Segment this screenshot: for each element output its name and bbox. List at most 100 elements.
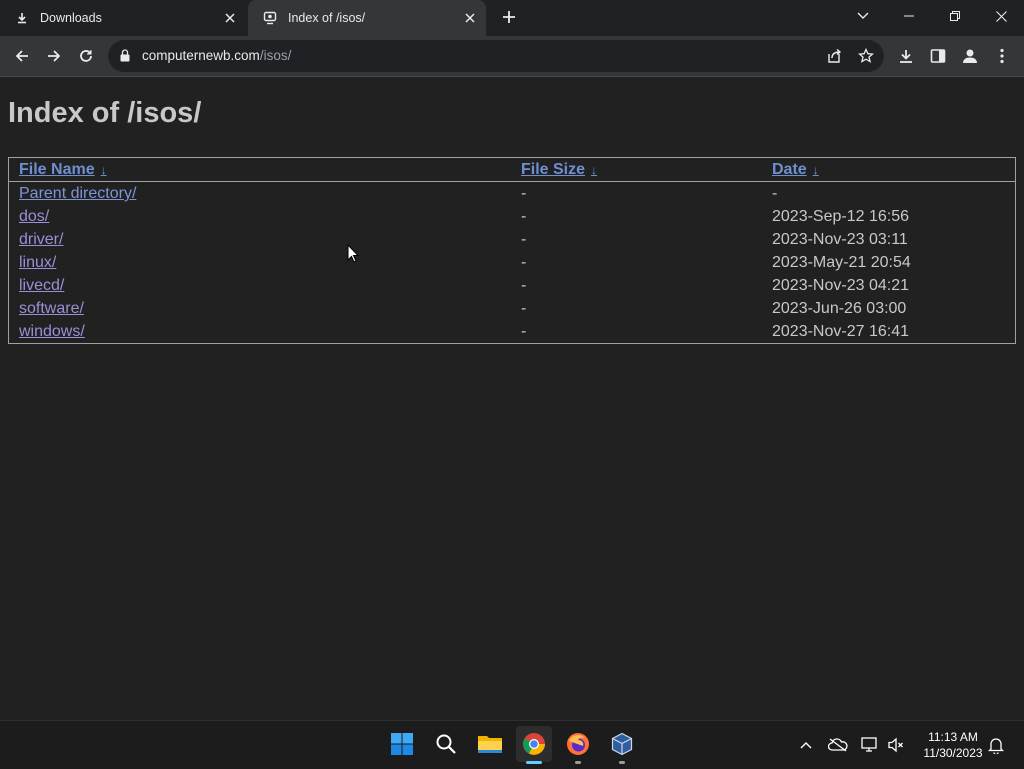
firefox-taskbar-button[interactable] — [560, 726, 596, 764]
profile-icon — [963, 49, 977, 63]
lock-icon[interactable] — [120, 49, 130, 67]
arrow-right-icon — [48, 50, 61, 62]
tab-title: Downloads — [40, 11, 102, 25]
restore-button[interactable] — [932, 0, 978, 32]
sort-file-size-link[interactable]: File Size — [521, 161, 585, 178]
date-cell: 2023-Nov-23 04:21 — [772, 277, 909, 294]
side-panel-button[interactable] — [924, 42, 952, 70]
firefox-icon — [567, 733, 589, 755]
sort-arrow-icon[interactable]: ↓ — [591, 163, 597, 177]
close-tab-icon[interactable] — [460, 8, 480, 28]
notifications-button[interactable] — [984, 733, 1008, 757]
date-cell: 2023-Nov-27 16:41 — [772, 323, 909, 340]
file-size-cell: - — [521, 277, 527, 294]
sort-arrow-icon[interactable]: ↓ — [101, 163, 107, 177]
tab-strip: Downloads Index of /isos/ — [0, 0, 1024, 36]
folder-link-livecd[interactable]: livecd/ — [19, 277, 64, 294]
network-tray-icon[interactable] — [858, 733, 882, 757]
folder-link-linux[interactable]: linux/ — [19, 254, 56, 271]
browser-toolbar: computernewb.com/isos/ — [0, 36, 1024, 77]
file-name-cell: Parent directory/ — [9, 182, 512, 206]
back-button[interactable] — [8, 42, 36, 70]
search-icon — [436, 734, 456, 754]
close-window-button[interactable] — [978, 0, 1024, 32]
plus-icon — [503, 11, 515, 23]
table-row: software/ - 2023-Jun-26 03:00 — [9, 297, 1016, 320]
network-icon — [861, 737, 877, 752]
clock-date: 11/30/2023 — [923, 746, 983, 760]
file-name-cell: driver/ — [9, 228, 512, 251]
sort-arrow-icon[interactable]: ↓ — [813, 163, 819, 177]
active-indicator — [526, 761, 542, 764]
bookmark-star-icon[interactable] — [854, 44, 878, 68]
volume-tray-icon[interactable] — [884, 733, 908, 757]
mouse-cursor-icon — [347, 243, 360, 269]
file-size-cell: - — [521, 254, 527, 271]
page-title: Index of /isos/ — [8, 97, 202, 129]
reload-button[interactable] — [72, 42, 100, 70]
tab-index-of-isos[interactable]: Index of /isos/ — [248, 0, 486, 36]
date-cell: 2023-Nov-23 03:11 — [772, 231, 908, 248]
table-row: livecd/ - 2023-Nov-23 04:21 — [9, 274, 1016, 297]
folder-link-dos[interactable]: dos/ — [19, 208, 49, 225]
virtualbox-taskbar-button[interactable] — [604, 726, 640, 764]
tab-downloads[interactable]: Downloads — [0, 0, 246, 36]
url-path: /isos/ — [259, 48, 292, 63]
minimize-icon — [904, 15, 914, 17]
folder-link-software[interactable]: software/ — [19, 300, 84, 317]
file-name-cell: linux/ — [9, 251, 512, 274]
tab-search-button[interactable] — [840, 0, 886, 32]
table-row: dos/ - 2023-Sep-12 16:56 — [9, 205, 1016, 228]
date-cell: 2023-Sep-12 16:56 — [772, 208, 909, 225]
column-header-file-size[interactable]: File Size ↓ — [511, 157, 762, 182]
downloads-button[interactable] — [892, 42, 920, 70]
running-indicator — [575, 761, 581, 764]
taskbar-clock[interactable]: 11:13 AM 11/30/2023 — [912, 729, 994, 761]
minimize-button[interactable] — [886, 0, 932, 32]
file-explorer-button[interactable] — [472, 726, 508, 762]
file-name-cell: dos/ — [9, 205, 512, 228]
chevron-down-icon — [857, 12, 869, 19]
close-icon — [995, 10, 1007, 22]
restore-icon — [950, 11, 960, 21]
start-button[interactable] — [384, 726, 420, 762]
running-indicator — [619, 761, 625, 764]
file-size-cell: - — [521, 231, 527, 248]
forward-button[interactable] — [40, 42, 68, 70]
chrome-taskbar-button[interactable] — [516, 726, 552, 764]
onedrive-tray-icon[interactable] — [826, 733, 850, 757]
close-tab-icon[interactable] — [220, 8, 240, 28]
kebab-menu-icon — [1000, 48, 1004, 64]
menu-button[interactable] — [988, 42, 1016, 70]
arrow-left-icon — [15, 50, 28, 62]
file-name-cell: software/ — [9, 297, 512, 320]
parent-directory-link[interactable]: Parent directory/ — [19, 185, 136, 202]
file-size-cell: - — [521, 323, 527, 340]
folder-link-windows[interactable]: windows/ — [19, 323, 85, 340]
chrome-icon — [523, 733, 545, 755]
taskbar-search-button[interactable] — [428, 726, 464, 762]
new-tab-button[interactable] — [498, 6, 520, 28]
file-name-cell: windows/ — [9, 320, 512, 344]
sort-file-name-link[interactable]: File Name — [19, 161, 95, 178]
taskbar: 11:13 AM 11/30/2023 — [0, 720, 1024, 769]
side-panel-icon — [930, 49, 946, 63]
address-bar[interactable]: computernewb.com/isos/ — [108, 40, 884, 72]
url-domain: computernewb.com — [142, 48, 260, 63]
column-header-file-name[interactable]: File Name ↓ — [8, 157, 511, 182]
profile-button[interactable] — [956, 42, 984, 70]
file-size-cell: - — [521, 208, 527, 225]
file-explorer-icon — [478, 736, 502, 753]
volume-muted-icon — [888, 737, 903, 753]
onedrive-offline-icon — [828, 738, 848, 752]
show-hidden-icons-button[interactable] — [794, 733, 818, 757]
clock-time: 11:13 AM — [928, 730, 978, 744]
file-size-cell: - — [521, 300, 527, 317]
bell-icon — [988, 738, 1004, 754]
sort-date-link[interactable]: Date — [772, 161, 807, 178]
date-cell: 2023-Jun-26 03:00 — [772, 300, 907, 317]
folder-link-driver[interactable]: driver/ — [19, 231, 63, 248]
date-cell: 2023-May-21 20:54 — [772, 254, 911, 271]
share-icon[interactable] — [822, 44, 846, 68]
column-header-date[interactable]: Date ↓ — [762, 157, 1016, 182]
